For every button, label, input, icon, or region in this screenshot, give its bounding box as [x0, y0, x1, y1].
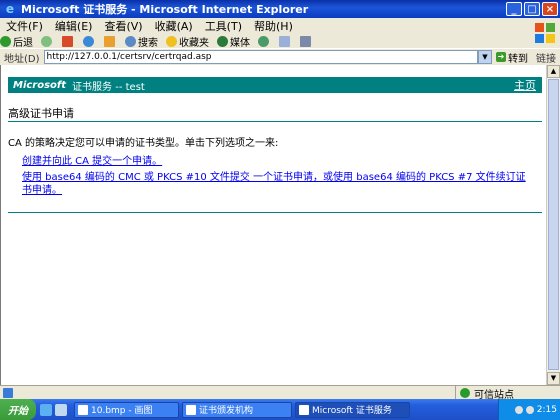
trusted-zone-icon [460, 388, 470, 398]
menu-bar: 文件(F) 编辑(E) 查看(V) 收藏(A) 工具(T) 帮助(H) [0, 18, 560, 35]
favorites-label: 收藏夹 [179, 37, 209, 49]
go-arrow-icon: ➜ [496, 52, 506, 62]
menu-edit[interactable]: 编辑(E) [49, 18, 99, 34]
status-bar: 可信站点 [0, 385, 560, 401]
search-icon [125, 35, 136, 47]
refresh-icon [83, 35, 94, 47]
task-certification-authority[interactable]: 证书颁发机构 [182, 401, 292, 418]
task-label: Microsoft 证书服务 [312, 406, 392, 416]
paint-icon [78, 404, 88, 415]
address-input[interactable]: http://127.0.0.1/certsrv/certrqad.asp [43, 50, 478, 64]
back-button[interactable]: 后退 [0, 34, 33, 49]
favorites-star-icon [166, 35, 177, 47]
submit-base64-request-link[interactable]: 使用 base64 编码的 CMC 或 PKCS #10 文件提交 一个证书申请… [22, 171, 532, 197]
stop-icon [62, 35, 73, 47]
banner-brand: Microsoft [13, 79, 67, 91]
refresh-button[interactable] [83, 35, 96, 47]
go-label: 转到 [508, 53, 528, 65]
ie-window-icon [299, 404, 309, 415]
go-button[interactable]: ➜ 转到 [496, 50, 528, 65]
menu-file[interactable]: 文件(F) [0, 18, 49, 34]
ie-quicklaunch-icon[interactable] [40, 403, 52, 416]
scroll-thumb[interactable] [548, 79, 559, 370]
mail-button[interactable] [279, 35, 292, 47]
mail-icon [279, 35, 290, 47]
intro-text: CA 的策略决定您可以申请的证书类型。单击下列选项之一来: [8, 138, 279, 149]
history-button[interactable] [258, 35, 271, 47]
menu-view[interactable]: 查看(V) [98, 18, 148, 34]
minimize-button[interactable]: _ [506, 2, 522, 16]
quick-launch [40, 403, 70, 416]
media-icon [217, 35, 228, 47]
task-label: 10.bmp - 画图 [91, 406, 153, 416]
stop-button[interactable] [62, 35, 75, 47]
media-label: 媒体 [230, 37, 250, 49]
vertical-scrollbar[interactable]: ▲ ▼ [546, 65, 560, 385]
start-button[interactable]: 开始 [0, 399, 36, 420]
address-dropdown-icon[interactable]: ▼ [478, 50, 492, 64]
forward-arrow-icon [41, 35, 52, 47]
page-title: 高级证书申请 [8, 107, 74, 120]
task-label: 证书颁发机构 [199, 406, 254, 416]
home-link[interactable]: 主页 [514, 77, 536, 93]
address-label: 地址(D) [4, 53, 40, 65]
close-button[interactable]: × [542, 2, 558, 16]
history-icon [258, 35, 269, 47]
forward-button[interactable] [41, 35, 54, 47]
window-titlebar[interactable]: e Microsoft 证书服务 - Microsoft Internet Ex… [0, 0, 560, 18]
certsrv-icon [186, 404, 196, 415]
scroll-down-icon[interactable]: ▼ [547, 372, 560, 385]
standard-toolbar: 后退 搜索 收藏夹 媒体 [0, 34, 530, 49]
system-tray: 2:15 [498, 399, 560, 420]
banner-service-name: 证书服务 -- test [72, 81, 145, 93]
back-arrow-icon [0, 35, 11, 47]
menu-tools[interactable]: 工具(T) [199, 18, 248, 34]
service-banner: Microsoft 证书服务 -- test 主页 [8, 77, 542, 93]
menu-help[interactable]: 帮助(H) [248, 18, 299, 34]
heading-divider [8, 121, 542, 122]
task-paint[interactable]: 10.bmp - 画图 [74, 401, 179, 418]
page-loaded-icon [3, 388, 13, 398]
search-button[interactable]: 搜索 [125, 34, 158, 49]
volume-icon[interactable] [525, 405, 534, 414]
page-content: Microsoft 证书服务 -- test 主页 高级证书申请 CA 的策略决… [0, 65, 547, 385]
media-button[interactable]: 媒体 [217, 34, 250, 49]
address-bar: 地址(D) http://127.0.0.1/certsrv/certrqad.… [0, 48, 560, 66]
create-request-link[interactable]: 创建并向此 CA 提交一个申请。 [22, 152, 162, 167]
favorites-button[interactable]: 收藏夹 [166, 34, 209, 49]
taskbar: 开始 10.bmp - 画图 证书颁发机构 Microsoft 证书服务 2:1… [0, 399, 560, 420]
status-left [0, 388, 455, 398]
back-label: 后退 [13, 37, 33, 49]
network-icon[interactable] [514, 405, 523, 414]
menu-favorites[interactable]: 收藏(A) [149, 18, 199, 34]
search-label: 搜索 [138, 37, 158, 49]
maximize-button[interactable]: □ [524, 2, 540, 16]
print-icon [300, 35, 311, 47]
clock[interactable]: 2:15 [537, 405, 557, 415]
home-button[interactable] [104, 35, 117, 47]
ie-logo-icon: e [5, 2, 15, 16]
home-icon [104, 35, 115, 47]
window-title: Microsoft 证书服务 - Microsoft Internet Expl… [21, 3, 309, 16]
footer-divider [8, 212, 542, 213]
print-button[interactable] [300, 35, 313, 47]
desktop-quicklaunch-icon[interactable] [55, 403, 67, 416]
links-button[interactable]: 链接 [532, 50, 560, 65]
scroll-up-icon[interactable]: ▲ [547, 65, 560, 78]
task-certificate-services[interactable]: Microsoft 证书服务 [295, 401, 410, 418]
windows-logo-icon [530, 18, 560, 48]
